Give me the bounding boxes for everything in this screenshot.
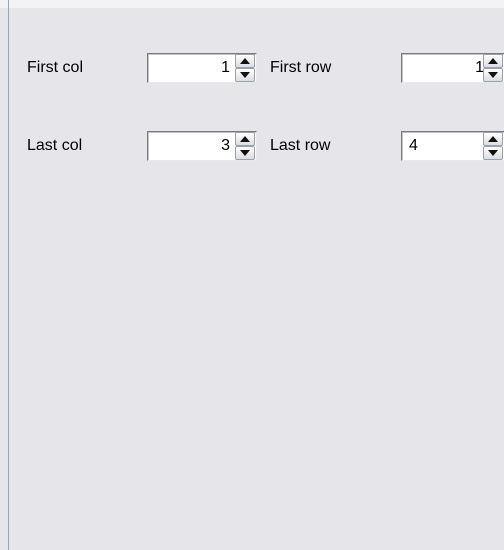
first-col-spin-buttons[interactable] bbox=[235, 54, 255, 82]
last-col-spinner[interactable]: 3 bbox=[147, 131, 257, 161]
first-col-spin-up-button[interactable] bbox=[235, 54, 255, 68]
spin-up-arrow-icon bbox=[240, 136, 250, 142]
first-row-spin-down-button[interactable] bbox=[483, 68, 503, 82]
last-row-label: Last row bbox=[270, 137, 331, 154]
last-col-spin-down-button[interactable] bbox=[235, 146, 255, 160]
spin-up-arrow-icon bbox=[240, 58, 250, 64]
last-row-spin-down-button[interactable] bbox=[483, 146, 503, 160]
spin-down-arrow-icon bbox=[240, 72, 250, 78]
panel-top-edge bbox=[0, 0, 504, 8]
spin-down-arrow-icon bbox=[240, 150, 250, 156]
last-row-spin-up-button[interactable] bbox=[483, 132, 503, 146]
first-row-spin-buttons[interactable] bbox=[483, 54, 503, 82]
spin-up-arrow-icon bbox=[488, 58, 498, 64]
first-row-spinner[interactable]: 1 bbox=[401, 53, 504, 83]
last-col-spin-buttons[interactable] bbox=[235, 132, 255, 160]
first-row-label: First row bbox=[270, 59, 332, 76]
first-col-spin-down-button[interactable] bbox=[235, 68, 255, 82]
last-col-spin-up-button[interactable] bbox=[235, 132, 255, 146]
first-row-spin-up-button[interactable] bbox=[483, 54, 503, 68]
panel-left-border bbox=[8, 0, 9, 550]
first-col-spinner[interactable]: 1 bbox=[147, 53, 257, 83]
range-settings-panel: First col 1 First row 1 Last col 3 Last … bbox=[0, 0, 504, 550]
last-row-spinner[interactable]: 4 bbox=[401, 131, 504, 161]
last-row-spin-buttons[interactable] bbox=[483, 132, 503, 160]
spin-down-arrow-icon bbox=[488, 150, 498, 156]
first-col-label: First col bbox=[27, 59, 83, 76]
spin-down-arrow-icon bbox=[488, 72, 498, 78]
last-col-label: Last col bbox=[27, 137, 83, 154]
spin-up-arrow-icon bbox=[488, 136, 498, 142]
